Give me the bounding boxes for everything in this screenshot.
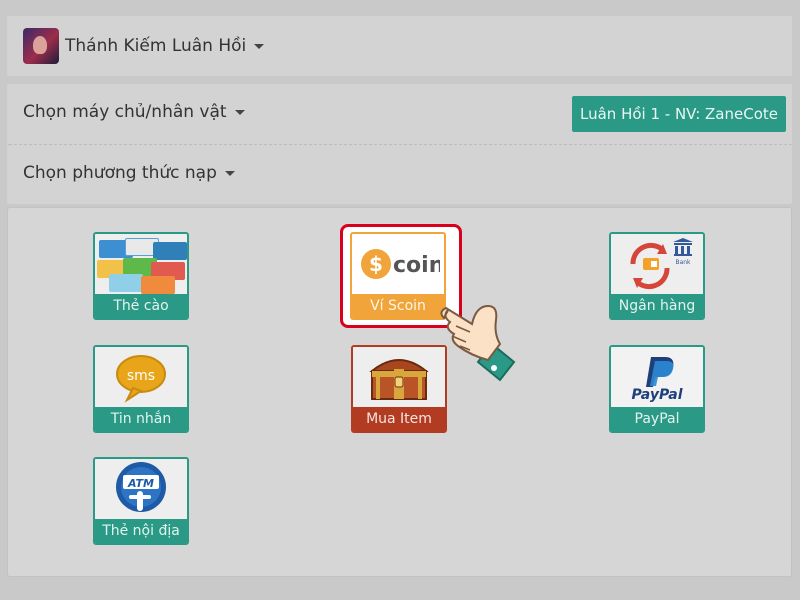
method-bank[interactable]: Bank Ngân hàng bbox=[609, 232, 705, 320]
payment-method-label: Chọn phương thức nạp bbox=[23, 163, 217, 183]
svg-text:$: $ bbox=[369, 252, 383, 276]
payment-method-selector[interactable]: Chọn phương thức nạp bbox=[23, 163, 235, 183]
server-selector[interactable]: Chọn máy chủ/nhân vật bbox=[23, 102, 245, 122]
paypal-icon: PayPal bbox=[611, 347, 703, 407]
method-label: PayPal bbox=[611, 407, 703, 431]
game-selector[interactable]: Thánh Kiếm Luân Hồi bbox=[23, 28, 265, 64]
game-title: Thánh Kiếm Luân Hồi bbox=[65, 36, 247, 56]
server-selector-row: Chọn máy chủ/nhân vật Luân Hồi 1 - NV: Z… bbox=[7, 84, 792, 144]
pointing-hand-icon bbox=[440, 304, 516, 382]
method-label: Thẻ nội địa bbox=[95, 519, 187, 543]
svg-text:sms: sms bbox=[127, 368, 155, 384]
method-label: Thẻ cào bbox=[95, 294, 187, 318]
svg-text:coin: coin bbox=[393, 253, 440, 278]
server-selector-label: Chọn máy chủ/nhân vật bbox=[23, 102, 227, 122]
payment-method-row: Chọn phương thức nạp bbox=[7, 144, 792, 204]
chevron-down-icon bbox=[254, 43, 265, 49]
method-scratch-card[interactable]: Thẻ cào bbox=[93, 232, 189, 320]
chevron-down-icon bbox=[224, 170, 235, 176]
method-label: Mua Item bbox=[353, 407, 445, 431]
scratch-card-icon bbox=[95, 234, 187, 294]
svg-text:Bank: Bank bbox=[675, 259, 691, 266]
sms-icon: sms bbox=[95, 347, 187, 407]
svg-text:PayPal: PayPal bbox=[631, 387, 682, 403]
atm-card-icon: ATM bbox=[95, 459, 187, 519]
bank-icon: Bank bbox=[611, 234, 703, 294]
method-label: Ngân hàng bbox=[611, 294, 703, 318]
svg-text:ATM: ATM bbox=[127, 477, 154, 490]
method-paypal[interactable]: PayPal PayPal bbox=[609, 345, 705, 433]
method-domestic-card[interactable]: ATM Thẻ nội địa bbox=[93, 457, 189, 545]
game-avatar bbox=[23, 28, 59, 64]
method-label: Tin nhắn bbox=[95, 407, 187, 431]
selected-server-badge[interactable]: Luân Hồi 1 - NV: ZaneCote bbox=[572, 96, 786, 132]
scoin-icon: $ coin bbox=[352, 234, 444, 294]
method-sms[interactable]: sms Tin nhắn bbox=[93, 345, 189, 433]
game-selector-row: Thánh Kiếm Luân Hồi bbox=[7, 16, 792, 76]
chevron-down-icon bbox=[234, 109, 245, 115]
